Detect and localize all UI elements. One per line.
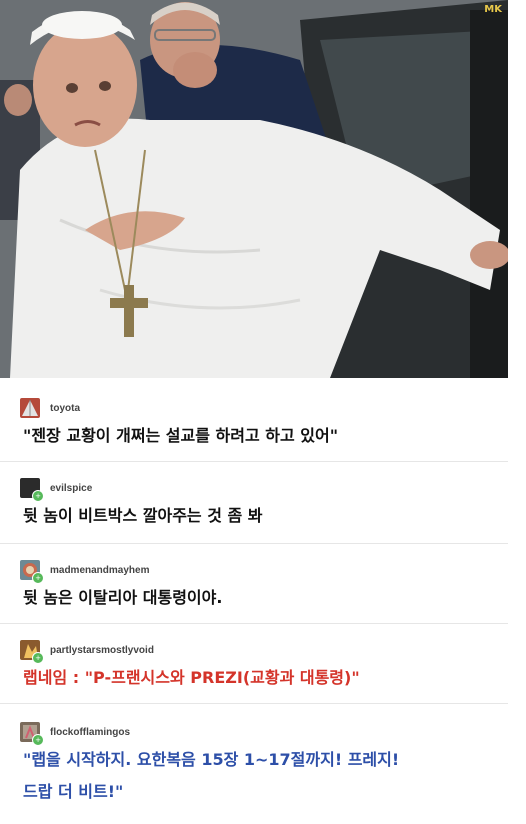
pope-photo-illustration [0, 0, 508, 378]
follow-badge-icon: + [32, 490, 44, 502]
post-header: + flockofflamingos [20, 718, 508, 746]
post-partlystarsmostlyvoid: + partlystarsmostlyvoid 랩네임 : "P-프랜시스와 P… [0, 624, 508, 704]
username[interactable]: evilspice [50, 483, 92, 494]
post-header: + madmenandmayhem [20, 556, 508, 584]
post-text-line-2: 드랍 더 비트!" [23, 782, 124, 801]
post-text: 뒷 놈이 비트박스 깔아주는 것 좀 봐 [23, 506, 263, 525]
post-text: 랩네임 : "P-프랜시스와 PREZI(교황과 대통령)" [23, 668, 360, 687]
watermark: MK [484, 4, 502, 15]
post-text: "젠장 교황이 개쩌는 설교를 하려고 하고 있어" [23, 426, 339, 445]
post-header: toyota [20, 394, 508, 422]
comment-feed: toyota "젠장 교황이 개쩌는 설교를 하려고 하고 있어" + evil… [0, 380, 508, 816]
meme-photo: MK [0, 0, 508, 378]
round-avatar-icon[interactable]: + [20, 560, 44, 584]
post-madmenandmayhem: + madmenandmayhem 뒷 놈은 이탈리아 대통령이야. [0, 544, 508, 624]
username[interactable]: toyota [50, 403, 80, 414]
follow-badge-icon: + [32, 572, 44, 584]
post-text: 뒷 놈은 이탈리아 대통령이야. [23, 588, 223, 607]
follow-badge-icon: + [32, 652, 44, 664]
post-flockofflamingos: + flockofflamingos "랩을 시작하지. 요한복음 15장 1~… [0, 704, 508, 816]
post-header: + evilspice [20, 474, 508, 502]
post-text-line-1: "랩을 시작하지. 요한복음 15장 1~17절까지! 프레지! [23, 750, 400, 769]
figure-avatar-icon[interactable]: + [20, 640, 44, 664]
username[interactable]: partlystarsmostlyvoid [50, 645, 154, 656]
follow-badge-icon: + [32, 734, 44, 746]
dark-avatar-icon[interactable]: + [20, 478, 44, 502]
username[interactable]: madmenandmayhem [50, 565, 149, 576]
username[interactable]: flockofflamingos [50, 727, 130, 738]
post-evilspice: + evilspice 뒷 놈이 비트박스 깔아주는 것 좀 봐 [0, 462, 508, 544]
flamingo-avatar-icon[interactable]: + [20, 722, 44, 746]
pyramid-icon[interactable] [20, 398, 40, 418]
post-header: + partlystarsmostlyvoid [20, 636, 508, 664]
post-toyota: toyota "젠장 교황이 개쩌는 설교를 하려고 하고 있어" [0, 380, 508, 462]
